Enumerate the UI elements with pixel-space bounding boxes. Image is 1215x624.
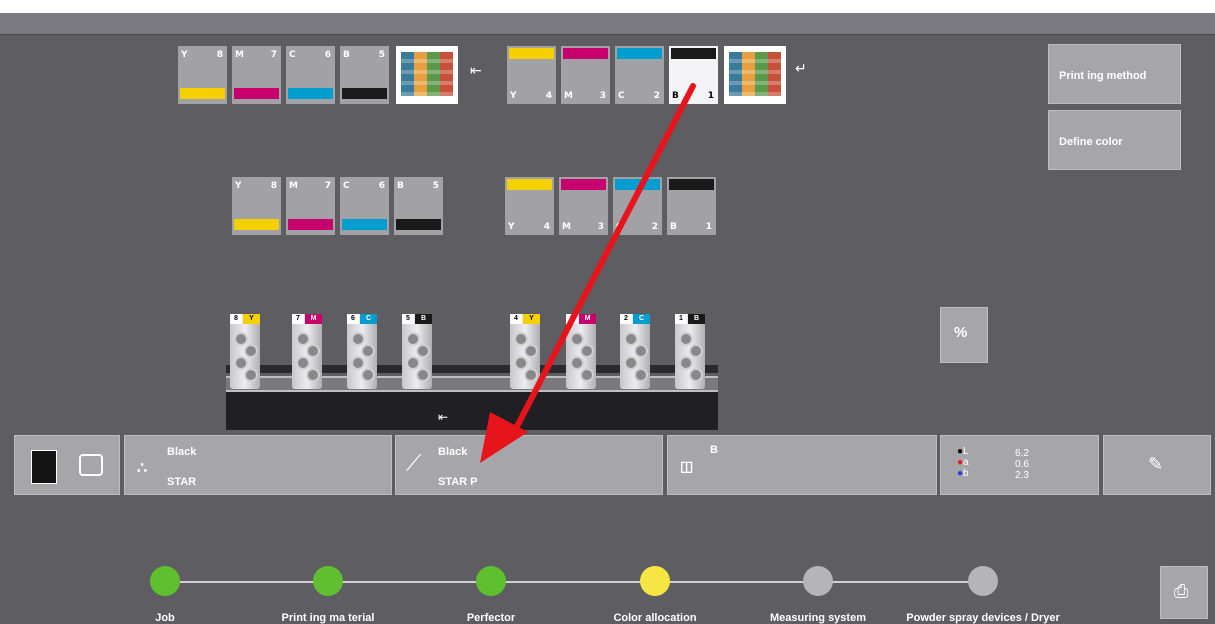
annotation-arrow [480,83,696,463]
